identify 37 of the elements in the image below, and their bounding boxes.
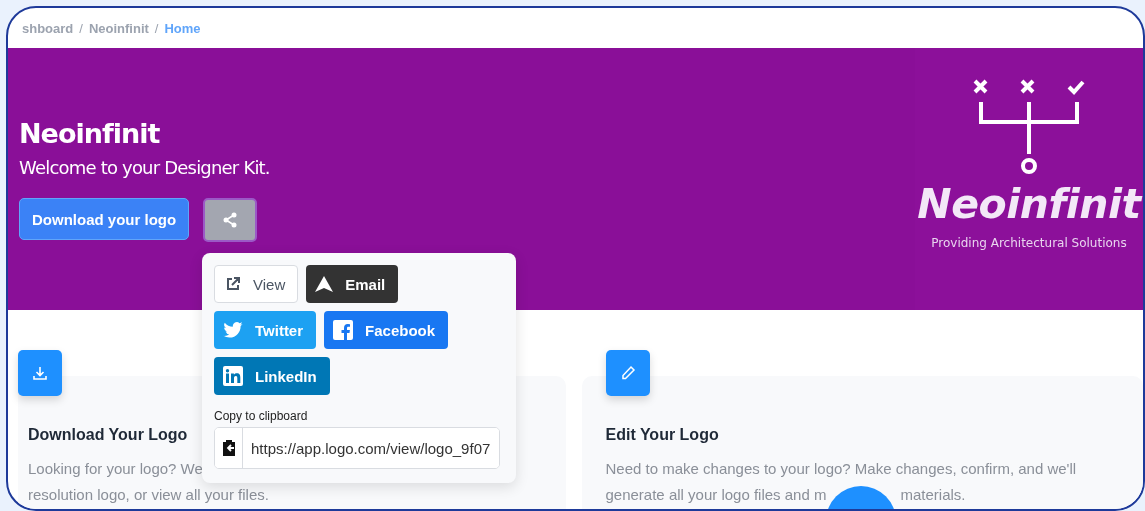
share-icon <box>222 212 239 228</box>
download-icon <box>32 365 48 381</box>
card-description: resolution logo, or view all your files. <box>28 485 270 505</box>
arrow-icon <box>315 276 334 292</box>
email-button[interactable]: Email <box>306 265 399 303</box>
bird-icon <box>223 322 243 338</box>
edit-icon-button[interactable] <box>605 350 650 396</box>
view-button[interactable]: View <box>214 265 299 303</box>
card-title: Download Your Logo <box>28 426 189 444</box>
clipboard-icon <box>221 439 236 457</box>
external-link-icon <box>225 276 241 292</box>
linkedin-button[interactable]: LinkedIn <box>214 357 330 395</box>
card-description: materials. <box>900 485 966 505</box>
share-button[interactable] <box>203 198 258 242</box>
card-description: Need to make changes to your logo? Make changes, confirm, and we'll <box>605 459 1078 479</box>
card-description: Looking for your logo? We' <box>28 459 207 479</box>
breadcrumb-link[interactable]: Neoinfinit <box>88 20 149 36</box>
breadcrumb-link[interactable]: shboard <box>22 20 74 36</box>
download-button[interactable]: Download your logo <box>19 198 190 240</box>
download-icon-button[interactable] <box>18 350 62 396</box>
logo-name: Neoinfinit <box>917 180 1141 228</box>
card-title: Edit Your Logo <box>605 426 720 444</box>
copy-button[interactable] <box>215 428 243 468</box>
hero-subtitle: Welcome to your Designer Kit. <box>19 157 270 178</box>
hero-title: Neoinfinit <box>19 118 161 149</box>
logo-tagline: Providing Architectural Solutions <box>931 236 1127 250</box>
breadcrumb-separator: / <box>154 20 159 36</box>
breadcrumb-separator: / <box>79 20 83 36</box>
linkedin-icon <box>223 366 243 386</box>
card-description: generate all your logo files and m <box>605 485 827 505</box>
url-field[interactable]: https://app.logo.com/view/logo_9f07 <box>214 427 500 469</box>
copy-label: Copy to clipboard <box>214 409 309 423</box>
facebook-button[interactable]: Facebook <box>324 311 449 349</box>
twitter-button[interactable]: Twitter <box>214 311 317 349</box>
pencil-icon <box>619 365 636 381</box>
facebook-icon <box>333 320 354 340</box>
breadcrumb-link[interactable]: Home <box>164 20 201 36</box>
